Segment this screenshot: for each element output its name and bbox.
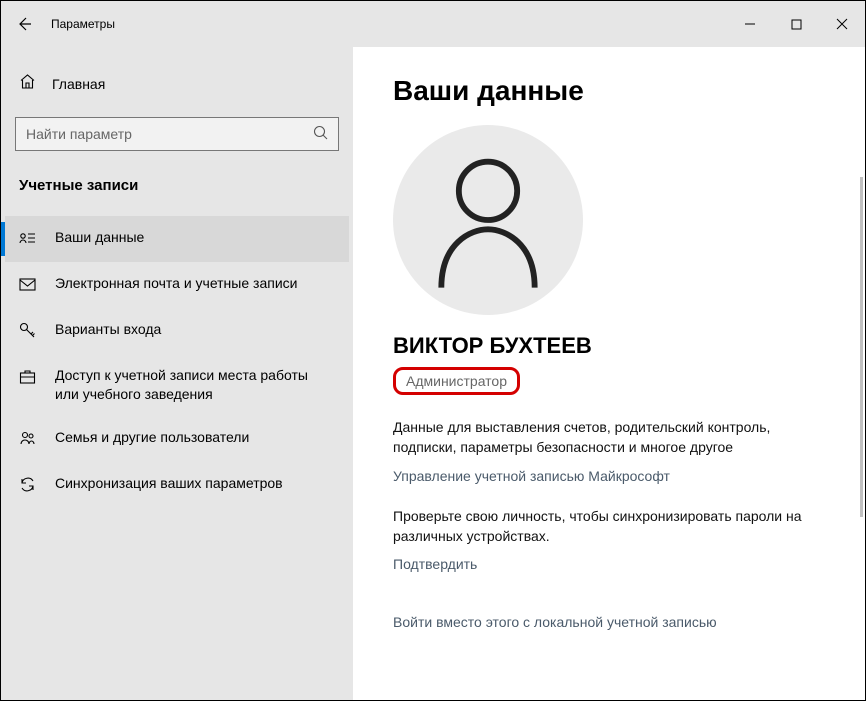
key-icon — [19, 322, 37, 342]
page-heading: Ваши данные — [393, 75, 825, 107]
sidebar-item-your-info[interactable]: Ваши данные — [5, 216, 349, 262]
sidebar-item-label: Варианты входа — [55, 320, 161, 339]
sidebar-home[interactable]: Главная — [5, 65, 349, 103]
sidebar-item-label: Доступ к учетной записи места работы или… — [55, 366, 335, 404]
maximize-icon — [791, 19, 802, 30]
sidebar-item-sync[interactable]: Синхронизация ваших параметров — [5, 462, 349, 508]
billing-description: Данные для выставления счетов, родительс… — [393, 417, 813, 458]
main-content: Ваши данные ВИКТОР БУХТЕЕВ Администратор… — [353, 47, 865, 700]
user-role-badge: Администратор — [393, 367, 520, 395]
sidebar-item-label: Ваши данные — [55, 228, 144, 247]
search-input[interactable] — [15, 117, 339, 151]
close-button[interactable] — [819, 1, 865, 47]
minimize-icon — [744, 18, 756, 30]
sync-icon — [19, 476, 37, 496]
scrollbar-track[interactable] — [860, 177, 863, 517]
briefcase-icon — [19, 368, 37, 388]
arrow-left-icon — [16, 16, 32, 32]
sidebar-item-work[interactable]: Доступ к учетной записи места работы или… — [5, 354, 349, 416]
minimize-button[interactable] — [727, 1, 773, 47]
verify-link[interactable]: Подтвердить — [393, 556, 477, 572]
close-icon — [836, 18, 848, 30]
person-icon — [428, 150, 548, 290]
sidebar-item-label: Семья и другие пользователи — [55, 428, 249, 447]
sidebar-item-label: Синхронизация ваших параметров — [55, 474, 283, 493]
back-button[interactable] — [1, 1, 47, 47]
user-name: ВИКТОР БУХТЕЕВ — [393, 333, 825, 359]
search-icon — [313, 125, 329, 146]
manage-account-link[interactable]: Управление учетной записью Майкрософт — [393, 468, 670, 484]
sidebar-category: Учетные записи — [5, 169, 349, 202]
home-icon — [19, 73, 36, 95]
sidebar-item-family[interactable]: Семья и другие пользователи — [5, 416, 349, 462]
maximize-button[interactable] — [773, 1, 819, 47]
verify-description: Проверьте свою личность, чтобы синхрониз… — [393, 506, 813, 547]
mail-icon — [19, 276, 37, 296]
avatar — [393, 125, 583, 315]
local-account-link[interactable]: Войти вместо этого с локальной учетной з… — [393, 614, 825, 630]
titlebar: Параметры — [1, 1, 865, 47]
sidebar-item-email[interactable]: Электронная почта и учетные записи — [5, 262, 349, 308]
sidebar-item-signin[interactable]: Варианты входа — [5, 308, 349, 354]
id-card-icon — [19, 230, 37, 250]
sidebar-item-label: Электронная почта и учетные записи — [55, 274, 297, 293]
window-title: Параметры — [51, 17, 115, 31]
people-icon — [19, 430, 37, 450]
search-box[interactable] — [15, 117, 339, 151]
sidebar-home-label: Главная — [52, 76, 105, 92]
sidebar: Главная Учетные записи Ваши данные Э — [1, 47, 353, 700]
